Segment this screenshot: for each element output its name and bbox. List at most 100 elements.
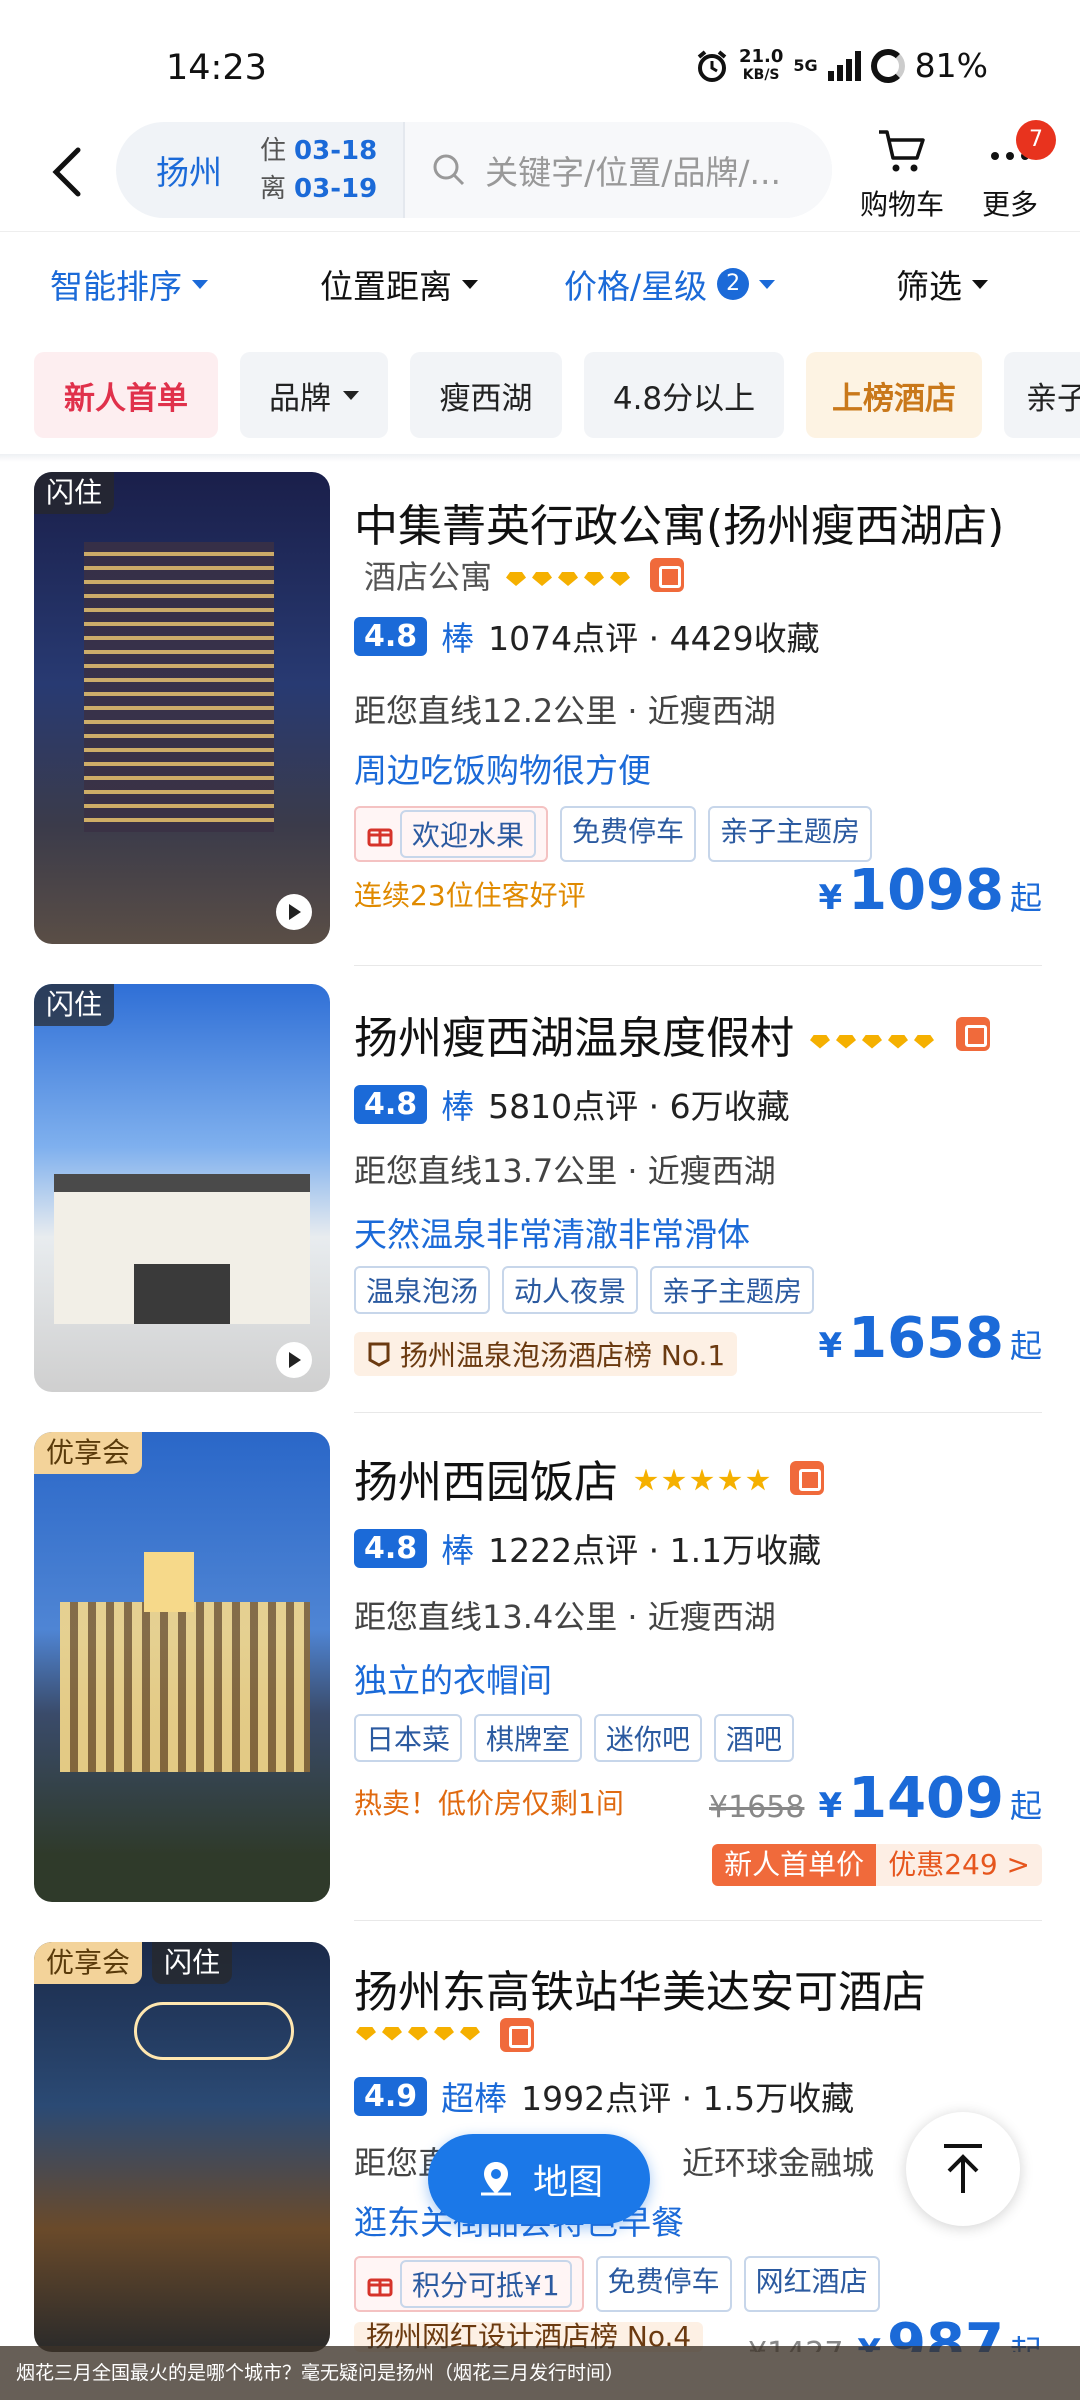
alarm-icon [697, 49, 727, 82]
play-icon[interactable] [276, 1342, 312, 1378]
facility-tag: 迷你吧 [594, 1714, 703, 1762]
tag-premium: 优享会 [34, 1432, 143, 1474]
thumbs-up-icon [790, 1461, 824, 1495]
price-star-count: 2 [717, 268, 750, 300]
network-type: 5G [793, 56, 818, 75]
map-label: 地图 [532, 2162, 603, 2203]
facility-tag: 积分可抵¥1 [354, 2256, 584, 2312]
more-badge: 7 [1016, 120, 1056, 160]
rating-row: 4.8 棒 1222点评 · 1.1万收藏 [354, 1524, 821, 1572]
battery-level: 81% [914, 46, 988, 85]
hotel-card[interactable]: 闪住 中集菁英行政公寓(扬州瘦西湖店) 酒店公寓 4.8 棒 1074点评 · … [0, 472, 1080, 966]
score-word: 棒 [441, 1087, 475, 1126]
search-pill[interactable]: 扬州 住 03-18 离 03-19 关键字/位置/品牌/... [116, 122, 832, 218]
chip-new-user[interactable]: 新人首单 [34, 352, 218, 438]
tag-flash-stay: 闪住 [152, 1942, 233, 1984]
hotel-photo[interactable]: 优享会 闪住 [34, 1942, 330, 2352]
hotel-card[interactable]: 优享会 扬州西园饭店 4.8 棒 1222点评 · 1.1万收藏 距您直线13.… [0, 1432, 1080, 1932]
sort-price-star[interactable]: 价格/星级 2 [564, 260, 776, 308]
search-placeholder: 关键字/位置/品牌/... [485, 153, 781, 192]
network-speed: 21.0 KB/S [738, 45, 784, 83]
score-badge: 4.8 [354, 616, 428, 656]
thumbs-up-icon [500, 2018, 534, 2052]
hotel-name-row: 扬州西园饭店 [354, 1446, 824, 1510]
more-label: 更多 [981, 188, 1038, 221]
hotel-name: 扬州瘦西湖温泉度假村 [354, 1013, 794, 1064]
score-badge: 4.9 [354, 2076, 428, 2116]
date-selector[interactable]: 住 03-18 离 03-19 [260, 132, 377, 208]
score-badge: 4.8 [354, 1084, 428, 1124]
caret-down-icon [343, 390, 359, 400]
facility-tag: 亲子主题房 [650, 1266, 815, 1314]
tag-premium: 优享会 [34, 1942, 143, 1984]
caption-overlay: 烟花三月全国最火的是哪个城市？毫无疑问是扬州（烟花三月发行时间） [0, 2346, 1080, 2400]
sort-filter[interactable]: 筛选 [896, 260, 988, 308]
cart-icon [879, 130, 925, 172]
search-icon [433, 154, 465, 186]
hotel-name: 中集菁英行政公寓(扬州瘦西湖店) [354, 501, 1005, 552]
sort-bar: 智能排序 位置距离 价格/星级 2 筛选 [0, 232, 1080, 336]
price-block: ¥1098 起 [818, 858, 1042, 923]
chip-shouxihu[interactable]: 瘦西湖 [410, 352, 562, 438]
building-illustration [84, 542, 274, 832]
promo-text: 热卖！低价房仅剩1间 [354, 1787, 624, 1820]
ranking-icon [368, 1342, 390, 1367]
hotel-photo[interactable]: 优享会 [34, 1432, 330, 1902]
chip-brand[interactable]: 品牌 [240, 352, 388, 438]
chip-family[interactable]: 亲子 [1004, 352, 1080, 438]
diamond-rating [810, 1009, 940, 1060]
back-arrow-icon[interactable] [40, 142, 100, 202]
cart-button[interactable]: 购物车 [852, 126, 952, 223]
thumbs-up-icon [650, 558, 685, 592]
score-word: 棒 [441, 619, 475, 658]
original-price: ¥1658 [709, 1790, 805, 1825]
search-input[interactable]: 关键字/位置/品牌/... [403, 122, 832, 218]
price-value: 1658 [848, 1306, 1004, 1371]
battery-icon [870, 48, 905, 83]
play-icon[interactable] [276, 894, 312, 930]
deal-badge[interactable]: 新人首单价 优惠249 > [712, 1844, 1042, 1886]
price-value: 1409 [848, 1766, 1004, 1831]
status-bar: 14:23 21.0 KB/S 5G 81% [0, 0, 1080, 112]
chip-rating[interactable]: 4.8分以上 [584, 352, 784, 438]
map-pin-icon [480, 2162, 511, 2196]
facility-tags: 日本菜 棋牌室 迷你吧 酒吧 [354, 1714, 795, 1762]
caret-down-icon [972, 279, 988, 289]
facility-tag: 欢迎水果 [354, 806, 549, 862]
chip-ranked-hotels[interactable]: 上榜酒店 [806, 352, 982, 438]
sort-smart[interactable]: 智能排序 [50, 260, 208, 308]
hotel-photo[interactable]: 闪住 [34, 472, 330, 944]
gift-icon [367, 828, 393, 847]
distance-text: 距您直线13.4公里 · 近瘦西湖 [354, 1598, 776, 1636]
encore-sign [134, 2002, 294, 2060]
facility-tag: 动人夜景 [502, 1266, 639, 1314]
hotel-name-row: 扬州瘦西湖温泉度假村 [354, 1002, 990, 1066]
divider [0, 454, 1080, 462]
status-icons: 21.0 KB/S 5G 81% [695, 46, 988, 85]
score-badge: 4.8 [354, 1528, 428, 1568]
rating-row: 4.9 超棒 1992点评 · 1.5万收藏 [354, 2072, 854, 2120]
feature-text: 周边吃饭购物很方便 [354, 751, 651, 790]
diamond-rating [506, 556, 636, 594]
caret-down-icon [462, 279, 478, 289]
hotel-type-row: 酒店公寓 [364, 552, 685, 598]
map-button[interactable]: 地图 [428, 2134, 650, 2224]
hotel-card[interactable]: 闪住 扬州瘦西湖温泉度假村 4.8 棒 5810点评 · 6万收藏 距您直线13… [0, 984, 1080, 1424]
building-illustration [60, 1602, 310, 1772]
thumbs-up-icon [956, 1017, 990, 1051]
scroll-top-button[interactable] [906, 2112, 1020, 2226]
facility-tag: 亲子主题房 [708, 806, 873, 862]
sort-distance[interactable]: 位置距离 [320, 260, 478, 308]
city-selector[interactable]: 扬州 [156, 146, 222, 194]
quick-filter-chips: 新人首单 品牌 瘦西湖 4.8分以上 上榜酒店 亲子 [0, 336, 1080, 454]
tag-flash-stay: 闪住 [34, 984, 115, 1026]
search-header: 扬州 住 03-18 离 03-19 关键字/位置/品牌/... 购物车 更多 7 [0, 112, 1080, 232]
hotel-photo[interactable]: 闪住 [34, 984, 330, 1392]
star-rating [634, 1453, 774, 1504]
card-divider [354, 1412, 1042, 1413]
facility-tags: 积分可抵¥1 免费停车 网红酒店 [354, 2256, 880, 2312]
diamond-row [356, 2018, 534, 2052]
facility-tag: 免费停车 [595, 2256, 732, 2312]
more-button[interactable]: 更多 7 [960, 120, 1060, 223]
facility-tags: 温泉泡汤 动人夜景 亲子主题房 [354, 1266, 815, 1314]
